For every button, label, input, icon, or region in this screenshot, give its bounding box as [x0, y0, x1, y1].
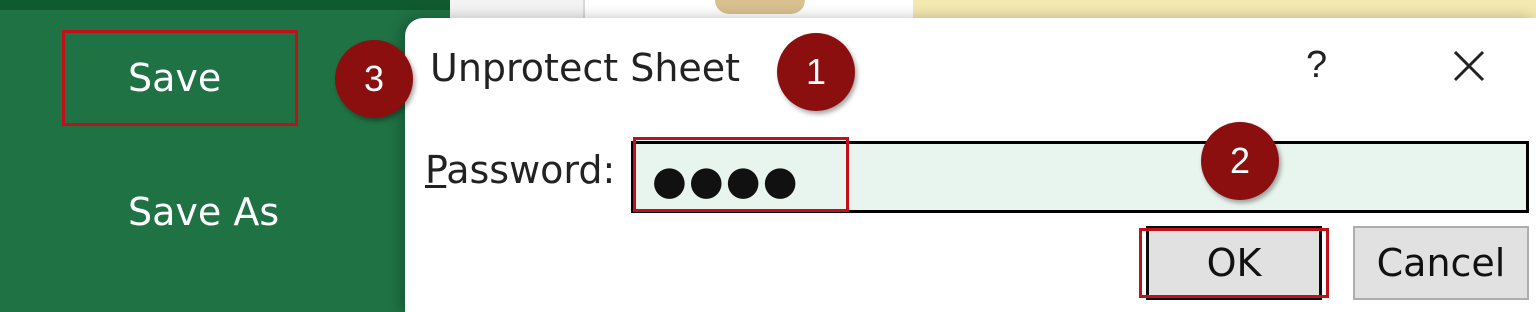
backstage-save-as-item[interactable]: Save As	[128, 190, 279, 234]
dialog-title: Unprotect Sheet	[430, 46, 741, 90]
worksheet-shape	[715, 0, 805, 14]
close-icon	[1453, 50, 1485, 82]
ok-highlight-box	[1139, 228, 1329, 298]
cancel-button[interactable]: Cancel	[1353, 226, 1529, 300]
password-label-accesskey: P	[425, 148, 447, 192]
step-marker-3: 3	[335, 40, 413, 118]
step-marker-2: 2	[1201, 122, 1279, 200]
help-button[interactable]: ?	[1306, 44, 1327, 87]
step-marker-1: 1	[777, 33, 855, 111]
password-label-text: assword:	[446, 148, 616, 192]
worksheet-cell-highlighted	[913, 0, 1536, 18]
backstage-topbar	[0, 0, 450, 10]
close-button[interactable]	[1447, 44, 1491, 88]
password-label: Password:	[425, 148, 615, 192]
save-highlight-box	[62, 30, 298, 126]
password-highlight-box	[633, 137, 849, 212]
